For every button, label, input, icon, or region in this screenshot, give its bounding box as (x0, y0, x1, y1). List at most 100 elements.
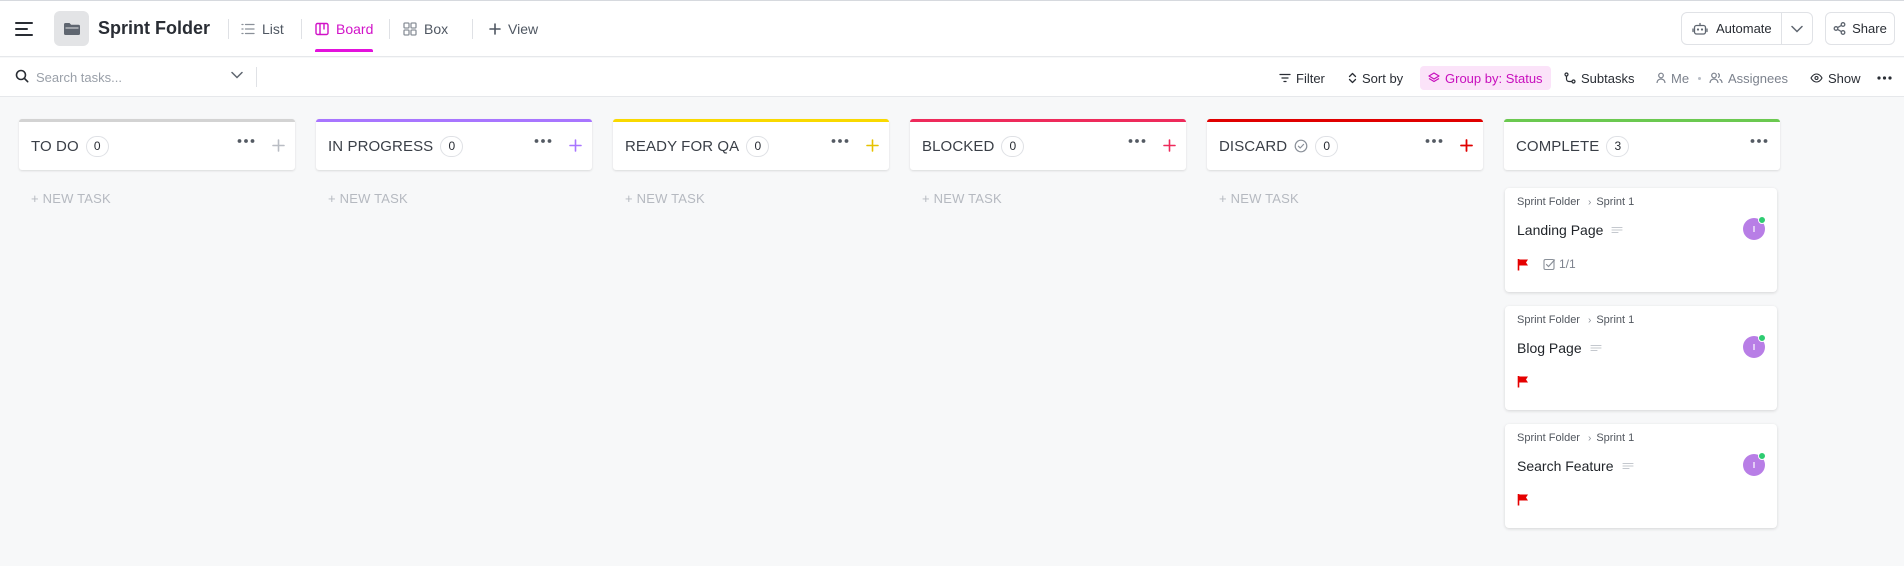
header-divider (472, 19, 473, 39)
column-header: BLOCKED 0 (910, 119, 1186, 170)
check-circle-icon (1294, 139, 1308, 153)
column-ready-for-qa: READY FOR QA 0 + NEW TASK (613, 119, 889, 206)
tab-list[interactable]: List (241, 9, 284, 49)
breadcrumb-folder[interactable]: Sprint Folder (1517, 314, 1580, 326)
search-input[interactable] (36, 66, 226, 88)
new-task-button[interactable]: + NEW TASK (1207, 191, 1483, 206)
tab-box[interactable]: Box (403, 9, 448, 49)
subtask-count[interactable]: 1/1 (1543, 257, 1576, 271)
add-task-icon[interactable] (272, 139, 285, 152)
priority-flag-icon[interactable] (1517, 258, 1529, 271)
subtasks-button[interactable]: Subtasks (1564, 66, 1634, 90)
sort-button[interactable]: Sort by (1348, 66, 1403, 90)
column-count: 0 (746, 135, 770, 157)
task-card[interactable]: Sprint Folder › Sprint 1 Search Feature (1505, 424, 1777, 528)
priority-flag-icon[interactable] (1517, 493, 1529, 506)
user-icon (1656, 72, 1666, 84)
header-divider (301, 19, 302, 39)
chevron-down-icon[interactable] (231, 71, 243, 79)
new-task-button[interactable]: + NEW TASK (910, 191, 1186, 206)
new-task-button[interactable]: + NEW TASK (613, 191, 889, 206)
add-view-button[interactable]: View (489, 9, 538, 49)
add-task-icon[interactable] (1460, 139, 1473, 152)
plus-icon (489, 23, 501, 35)
toolbar-divider (256, 67, 257, 87)
column-header: IN PROGRESS 0 (316, 119, 592, 170)
chevron-down-icon[interactable] (1782, 25, 1812, 33)
add-view-label: View (508, 21, 539, 37)
me-filter-button[interactable]: Me (1656, 66, 1689, 90)
column-name[interactable]: TO DO (31, 138, 79, 155)
breadcrumb-folder[interactable]: Sprint Folder (1517, 432, 1580, 444)
folder-icon[interactable] (54, 11, 89, 46)
task-card[interactable]: Sprint Folder › Sprint 1 Blog Page (1505, 306, 1777, 410)
description-icon (1590, 344, 1602, 352)
more-options-icon[interactable] (831, 139, 849, 143)
column-name[interactable]: DISCARD (1219, 138, 1287, 155)
automate-main[interactable]: Automate (1682, 13, 1782, 44)
box-icon (403, 22, 417, 36)
assignees-button[interactable]: Assignees (1709, 66, 1788, 90)
more-options-icon[interactable] (237, 139, 255, 143)
new-task-button[interactable]: + NEW TASK (316, 191, 592, 206)
share-button[interactable]: Share (1825, 12, 1895, 45)
eye-icon (1810, 73, 1823, 83)
breadcrumb-list[interactable]: Sprint 1 (1596, 196, 1634, 208)
task-title-row: Search Feature (1517, 458, 1634, 474)
view-header: Sprint Folder List Board Box View Automa… (0, 1, 1904, 57)
task-card[interactable]: Sprint Folder › Sprint 1 Landing Page 1/… (1505, 188, 1777, 292)
tab-label: List (262, 21, 284, 37)
breadcrumb: Sprint Folder › Sprint 1 (1517, 314, 1634, 326)
assignees-label: Assignees (1728, 70, 1788, 86)
board-icon (315, 22, 329, 36)
column-header: TO DO 0 (19, 119, 295, 170)
priority-flag-icon[interactable] (1517, 375, 1529, 388)
breadcrumb-list[interactable]: Sprint 1 (1596, 314, 1634, 326)
task-title[interactable]: Landing Page (1517, 222, 1603, 238)
more-options-icon[interactable] (1425, 139, 1443, 143)
more-options-icon[interactable] (1128, 139, 1146, 143)
tab-board[interactable]: Board (315, 9, 374, 52)
sort-icon (1348, 72, 1357, 84)
add-task-icon[interactable] (569, 139, 582, 152)
show-label: Show (1828, 70, 1861, 86)
column-name[interactable]: READY FOR QA (625, 138, 739, 155)
column-name[interactable]: COMPLETE (1516, 138, 1599, 155)
column-count: 0 (85, 135, 109, 157)
show-button[interactable]: Show (1810, 66, 1861, 90)
page-title[interactable]: Sprint Folder (98, 18, 210, 39)
more-options-icon[interactable] (534, 139, 552, 143)
task-title[interactable]: Blog Page (1517, 340, 1582, 356)
group-by-label: Group by: Status (1445, 70, 1543, 86)
toolbar-more-icon[interactable] (1877, 66, 1892, 90)
column-name[interactable]: IN PROGRESS (328, 138, 433, 155)
automate-button[interactable]: Automate (1681, 12, 1813, 45)
filter-button[interactable]: Filter (1279, 66, 1325, 90)
menu-toggle-icon[interactable] (14, 19, 34, 39)
user-avatar-icon (1749, 224, 1759, 234)
column-name[interactable]: BLOCKED (922, 138, 994, 155)
avatar[interactable] (1743, 216, 1766, 240)
breadcrumb: Sprint Folder › Sprint 1 (1517, 196, 1634, 208)
new-task-button[interactable]: + NEW TASK (19, 191, 295, 206)
user-avatar-icon (1749, 342, 1759, 352)
avatar[interactable] (1743, 452, 1766, 476)
header-divider (389, 19, 390, 39)
column-in-progress: IN PROGRESS 0 + NEW TASK (316, 119, 592, 206)
checkbox-icon (1543, 258, 1556, 271)
more-options-icon[interactable] (1750, 139, 1768, 143)
breadcrumb-folder[interactable]: Sprint Folder (1517, 196, 1580, 208)
task-title-row: Landing Page (1517, 222, 1623, 238)
add-task-icon[interactable] (1163, 139, 1176, 152)
separator-dot (1698, 77, 1701, 80)
breadcrumb-list[interactable]: Sprint 1 (1596, 432, 1634, 444)
add-task-icon[interactable] (866, 139, 879, 152)
search-icon (15, 69, 29, 83)
task-title-row: Blog Page (1517, 340, 1602, 356)
chevron-right-icon: › (1587, 314, 1592, 326)
task-title[interactable]: Search Feature (1517, 458, 1614, 474)
avatar[interactable] (1743, 334, 1766, 358)
subtasks-icon (1564, 72, 1576, 84)
group-by-button[interactable]: Group by: Status (1420, 66, 1551, 90)
robot-icon (1692, 22, 1708, 36)
